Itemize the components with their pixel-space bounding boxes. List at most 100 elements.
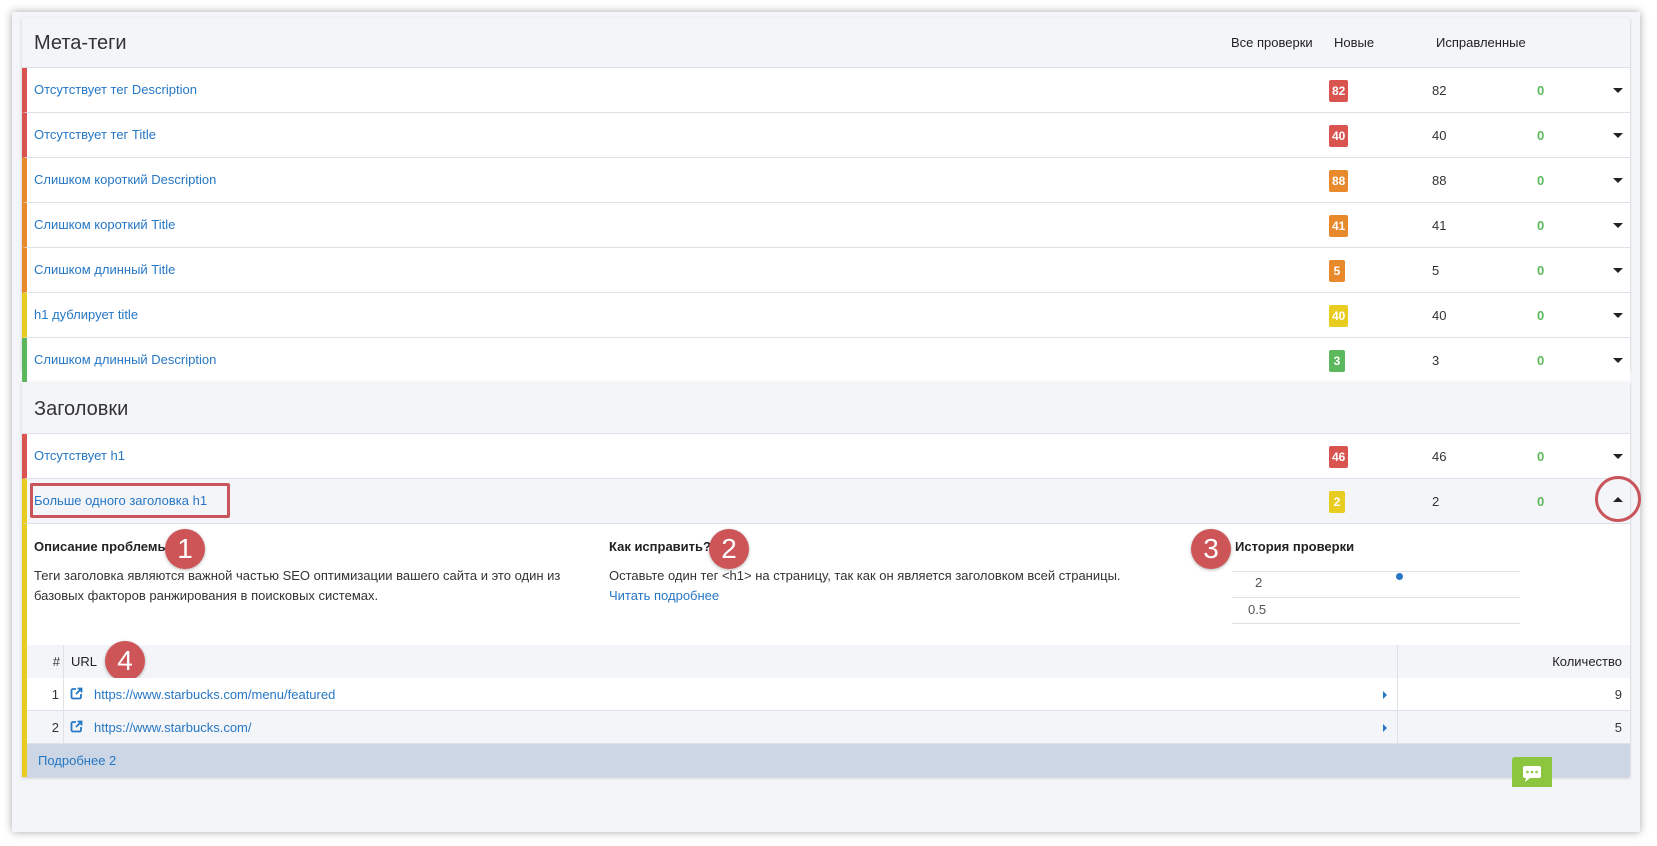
issue-row-short-description[interactable]: Слишком короткий Description 88 88 0 <box>22 158 1630 203</box>
new-count: 41 <box>1432 218 1447 233</box>
fixed-count: 0 <box>1537 494 1545 509</box>
url-table: # URL 4 Количество 1 https://www.starbuc… <box>27 641 1630 744</box>
history-title: История проверки <box>1235 539 1355 554</box>
column-divider <box>1397 711 1398 743</box>
headings-header: Заголовки <box>22 382 1630 434</box>
issue-row-short-title[interactable]: Слишком короткий Title 41 41 0 <box>22 203 1630 248</box>
history-gridline <box>1232 597 1520 598</box>
fixed-count: 0 <box>1537 128 1545 143</box>
caret-down-icon[interactable] <box>1613 178 1623 183</box>
issue-link[interactable]: Слишком длинный Description <box>34 352 216 367</box>
headings-panel: Заголовки Отсутствует h1 46 46 0 Больше … <box>22 382 1641 777</box>
issue-link[interactable]: Отсутствует h1 <box>34 448 125 463</box>
issue-row-h1-duplicates-title[interactable]: h1 дублирует title 40 40 0 <box>22 293 1630 338</box>
marker-4: 4 <box>105 641 145 681</box>
history-gridline <box>1232 623 1520 624</box>
marker-3: 3 <box>1191 529 1231 569</box>
caret-down-icon[interactable] <box>1613 133 1623 138</box>
marker-2: 2 <box>709 529 749 569</box>
column-divider <box>1397 678 1398 710</box>
chat-icon <box>1523 766 1541 782</box>
column-divider <box>63 678 64 710</box>
url-row[interactable]: 1 https://www.starbucks.com/menu/feature… <box>27 678 1630 711</box>
how-to-fix-title: Как исправить? <box>609 539 711 554</box>
history-gridline <box>1232 571 1520 572</box>
issue-row-multiple-h1[interactable]: Больше одного заголовка h1 2 2 0 <box>22 476 1641 524</box>
external-link-icon[interactable] <box>70 687 83 700</box>
expand-arrow-icon[interactable] <box>1383 691 1387 699</box>
fixed-count: 0 <box>1537 353 1545 368</box>
caret-down-icon[interactable] <box>1613 223 1623 228</box>
problem-description-text: Теги заголовка являются важной частью SE… <box>34 568 561 603</box>
highlight-frame <box>30 483 230 518</box>
issue-row-long-description[interactable]: Слишком длинный Description 3 3 0 <box>22 338 1630 383</box>
caret-down-icon[interactable] <box>1613 358 1623 363</box>
fixed-count: 0 <box>1537 308 1545 323</box>
marker-1: 1 <box>165 529 205 569</box>
new-count: 3 <box>1432 353 1440 368</box>
all-count-badge: 41 <box>1329 215 1349 237</box>
app-frame: Мета-теги Все проверки Новые Исправленны… <box>12 12 1641 832</box>
all-count-badge: 40 <box>1329 305 1349 327</box>
url-link[interactable]: https://www.starbucks.com/menu/featured <box>94 687 335 702</box>
issue-row-missing-h1[interactable]: Отсутствует h1 46 46 0 <box>22 434 1630 479</box>
new-count: 46 <box>1432 449 1447 464</box>
column-divider <box>63 711 64 743</box>
fixed-count: 0 <box>1537 83 1545 98</box>
external-link-icon[interactable] <box>70 720 83 733</box>
issue-row-long-title[interactable]: Слишком длинный Title 5 5 0 <box>22 248 1630 293</box>
more-link[interactable]: Подробнее 2 <box>38 753 116 768</box>
issue-link[interactable]: h1 дублирует title <box>34 307 138 322</box>
meta-tags-panel: Мета-теги Все проверки Новые Исправленны… <box>22 18 1630 383</box>
all-count-badge: 5 <box>1329 260 1345 282</box>
caret-down-icon[interactable] <box>1613 88 1623 93</box>
all-count-badge: 3 <box>1329 350 1345 372</box>
column-divider <box>1397 645 1398 678</box>
url-link[interactable]: https://www.starbucks.com/ <box>94 720 252 735</box>
issue-details: Описание проблемы 1 Теги заголовка являю… <box>22 524 1630 777</box>
caret-down-icon[interactable] <box>1613 268 1623 273</box>
issue-link[interactable]: Отсутствует тег Title <box>34 127 156 142</box>
new-count: 2 <box>1432 494 1440 509</box>
issue-link[interactable]: Слишком короткий Description <box>34 172 216 187</box>
caret-highlight-circle <box>1595 476 1641 522</box>
chat-button[interactable] <box>1512 757 1552 787</box>
fixed-count: 0 <box>1537 218 1545 233</box>
section-title: Мета-теги <box>34 32 127 54</box>
new-count: 5 <box>1432 263 1440 278</box>
read-more-link[interactable]: Читать подробнее <box>609 588 719 603</box>
all-count-badge: 46 <box>1329 446 1349 468</box>
issue-link[interactable]: Слишком короткий Title <box>34 217 175 232</box>
issue-row-missing-title[interactable]: Отсутствует тег Title 40 40 0 <box>22 113 1630 158</box>
url-row[interactable]: 2 https://www.starbucks.com/ 5 <box>27 711 1630 744</box>
all-count-badge: 82 <box>1329 80 1349 102</box>
caret-down-icon[interactable] <box>1613 313 1623 318</box>
url-quantity: 5 <box>1614 720 1622 735</box>
fixed-count: 0 <box>1537 263 1545 278</box>
expand-arrow-icon[interactable] <box>1383 724 1387 732</box>
column-quantity: Количество <box>1552 654 1622 669</box>
url-quantity: 9 <box>1614 687 1622 702</box>
history-label-high: 2 <box>1255 575 1263 590</box>
row-number: 1 <box>51 687 59 702</box>
issue-row-missing-description[interactable]: Отсутствует тег Description 82 82 0 <box>22 68 1630 113</box>
new-count: 40 <box>1432 308 1447 323</box>
column-fixed: Исправленные <box>1436 35 1526 50</box>
new-count: 40 <box>1432 128 1447 143</box>
column-divider <box>63 645 64 678</box>
column-all-checks: Все проверки <box>1231 35 1313 50</box>
column-new: Новые <box>1334 35 1375 50</box>
problem-description-title: Описание проблемы <box>34 539 169 554</box>
issue-link[interactable]: Слишком длинный Title <box>34 262 175 277</box>
all-count-badge: 40 <box>1329 125 1349 147</box>
issue-link[interactable]: Отсутствует тег Description <box>34 82 197 97</box>
all-count-badge: 88 <box>1329 170 1349 192</box>
column-url: URL <box>71 654 98 669</box>
meta-tags-header: Мета-теги Все проверки Новые Исправленны… <box>22 18 1630 68</box>
caret-down-icon[interactable] <box>1613 454 1623 459</box>
history-point[interactable] <box>1396 573 1403 580</box>
url-table-header: # URL 4 Количество <box>27 641 1630 681</box>
new-count: 88 <box>1432 173 1447 188</box>
new-count: 82 <box>1432 83 1447 98</box>
row-number: 2 <box>51 720 59 735</box>
